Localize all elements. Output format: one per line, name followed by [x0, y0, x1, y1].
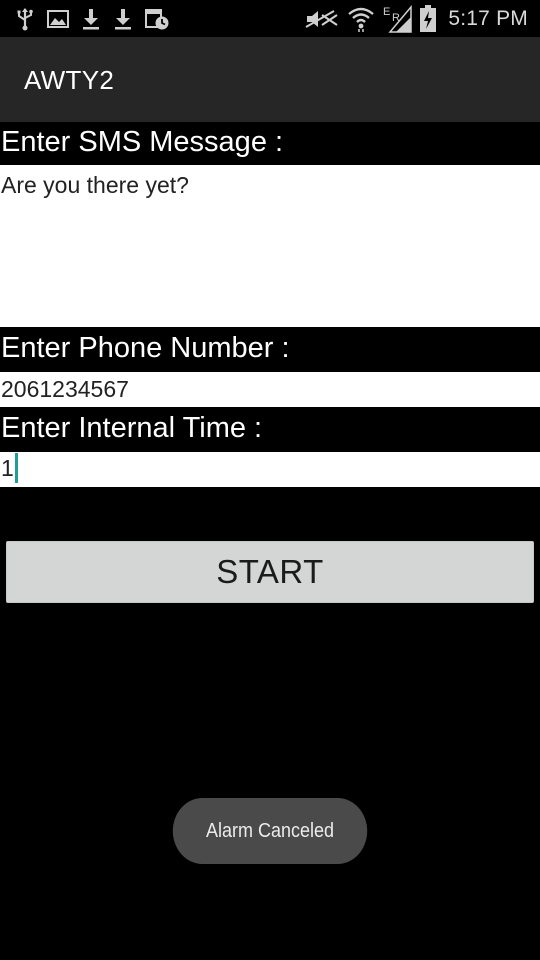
sms-message-value: Are you there yet? — [1, 172, 189, 198]
svg-text:E: E — [383, 6, 390, 18]
status-bar: E R 5:17 PM — [0, 0, 540, 37]
battery-charging-icon — [419, 4, 437, 33]
signal-icon: E R — [382, 4, 413, 33]
wifi-icon — [347, 6, 375, 32]
text-cursor — [14, 453, 18, 483]
app-title: AWTY2 — [24, 65, 115, 95]
toast-message: Alarm Canceled — [172, 798, 368, 864]
usb-icon — [14, 7, 36, 31]
calendar-clock-icon — [144, 7, 170, 31]
mute-icon — [304, 7, 340, 31]
status-left-icons — [14, 5, 170, 32]
phone-number-value: 2061234567 — [1, 376, 129, 402]
status-clock: 5:17 PM — [448, 6, 528, 30]
interval-time-input[interactable]: 1 — [0, 452, 540, 487]
phone-number-label: Enter Phone Number : — [1, 332, 290, 364]
image-icon — [46, 8, 70, 30]
phone-number-input[interactable]: 2061234567 — [0, 372, 540, 407]
interval-time-value: 1 — [1, 455, 14, 482]
download-icon — [80, 7, 102, 31]
interval-time-label: Enter Internal Time : — [1, 412, 263, 444]
start-button[interactable]: START — [6, 541, 534, 603]
sms-message-label: Enter SMS Message : — [1, 126, 284, 158]
status-right-icons: E R 5:17 PM — [304, 4, 528, 33]
action-bar: AWTY2 — [0, 37, 540, 122]
download-icon — [112, 7, 134, 31]
sms-message-input[interactable]: Are you there yet? — [0, 165, 540, 327]
